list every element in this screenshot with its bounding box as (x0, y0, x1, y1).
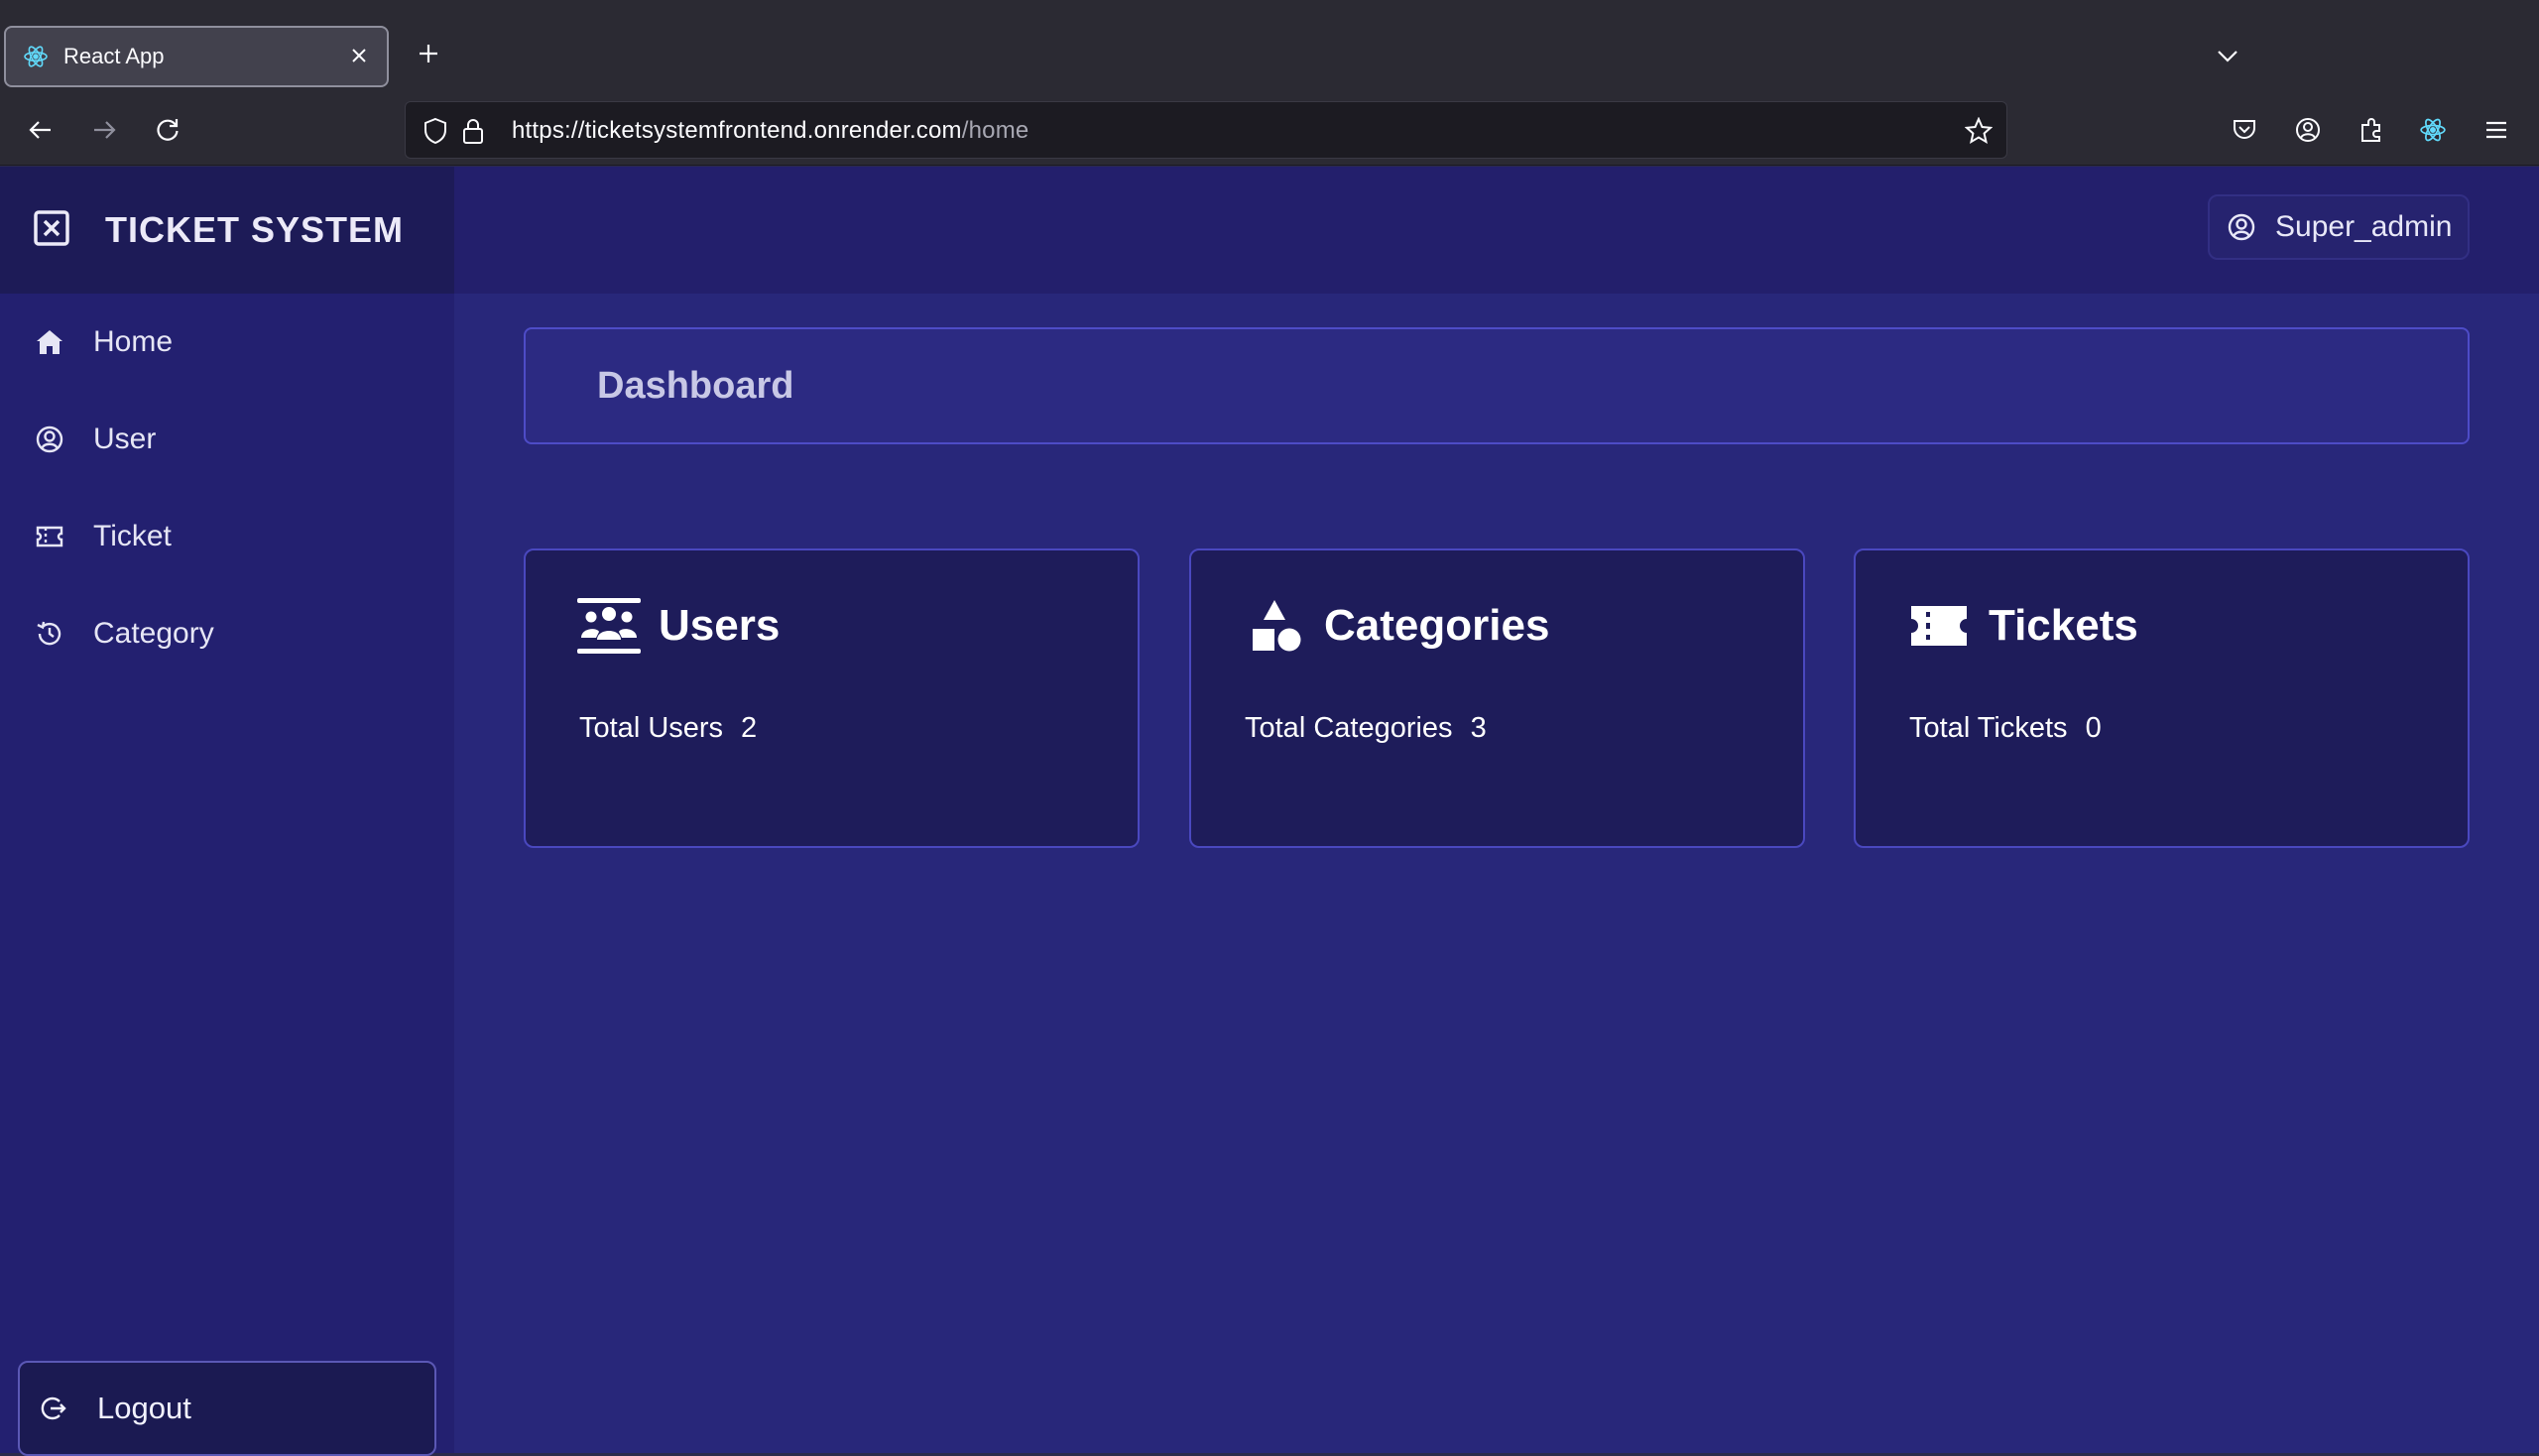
react-icon (22, 43, 50, 70)
stat-value: 3 (1470, 712, 1487, 744)
reload-icon[interactable] (149, 111, 186, 149)
stat-label: Total Tickets (1909, 712, 2068, 744)
pocket-icon[interactable] (2226, 111, 2263, 149)
users-group-icon (577, 598, 641, 654)
close-tab-icon[interactable] (349, 44, 369, 69)
card-header: Categories (1243, 598, 1549, 654)
logout-label: Logout (97, 1391, 191, 1425)
page-header: Dashboard (524, 327, 2470, 444)
sidebar-menu: Home User Ticket Category (0, 294, 454, 682)
card-header: Users (577, 598, 780, 654)
ticket-icon (1907, 598, 1971, 654)
lock-icon[interactable] (457, 115, 489, 147)
card-title: Tickets (1989, 601, 2138, 650)
browser-tab[interactable]: React App (4, 26, 389, 87)
page-title: Dashboard (597, 364, 794, 407)
sidebar-item-ticket[interactable]: Ticket (0, 488, 454, 585)
new-tab-button[interactable] (413, 38, 444, 69)
history-icon (34, 618, 65, 650)
users-card[interactable]: Users Total Users 2 (524, 548, 1140, 848)
stat-label: Total Users (579, 712, 724, 744)
brand: TICKET SYSTEM (0, 167, 454, 294)
card-title: Categories (1324, 601, 1550, 650)
shield-icon[interactable] (420, 115, 451, 147)
extensions-icon[interactable] (2353, 111, 2390, 149)
react-devtools-icon[interactable] (2414, 111, 2452, 149)
back-arrow-icon[interactable] (22, 111, 60, 149)
sidebar-item-label: Home (93, 325, 174, 358)
user-menu-button[interactable]: Super_admin (2208, 194, 2470, 260)
tickets-card[interactable]: Tickets Total Tickets 0 (1854, 548, 2470, 848)
card-header: Tickets (1907, 598, 2138, 654)
logout-button[interactable]: Logout (18, 1361, 436, 1456)
app-root: TICKET SYSTEM Home User Ticket Category … (0, 167, 2539, 1456)
brand-title: TICKET SYSTEM (105, 209, 405, 250)
chevron-down-icon[interactable] (2214, 42, 2241, 69)
address-bar[interactable]: https://ticketsystemfrontend.onrender.co… (405, 101, 2007, 159)
categories-card[interactable]: Categories Total Categories 3 (1189, 548, 1805, 848)
stat-value: 0 (2085, 712, 2102, 744)
close-box-icon[interactable] (32, 208, 71, 253)
home-icon (34, 326, 65, 358)
star-icon[interactable] (1963, 115, 1995, 147)
hamburger-menu-icon[interactable] (2478, 111, 2515, 149)
account-icon[interactable] (2289, 111, 2327, 149)
card-stat: Total Users 2 (579, 712, 757, 745)
ticket-icon (34, 521, 65, 552)
sidebar-item-user[interactable]: User (0, 391, 454, 488)
card-stat: Total Categories 3 (1245, 712, 1487, 745)
card-title: Users (659, 601, 781, 650)
card-stat: Total Tickets 0 (1909, 712, 2102, 745)
stat-value: 2 (741, 712, 758, 744)
browser-nav-bar: https://ticketsystemfrontend.onrender.co… (0, 94, 2539, 166)
browser-tab-bar: React App (0, 0, 2539, 94)
sidebar-item-label: User (93, 423, 157, 455)
sidebar-item-label: Category (93, 617, 214, 650)
stat-label: Total Categories (1245, 712, 1453, 744)
tab-title: React App (63, 44, 165, 68)
user-circle-icon (2226, 211, 2257, 243)
sidebar-item-home[interactable]: Home (0, 294, 454, 391)
logout-icon (36, 1392, 69, 1425)
sidebar-item-label: Ticket (93, 520, 172, 552)
forward-arrow-icon[interactable] (85, 111, 123, 149)
sidebar-item-category[interactable]: Category (0, 585, 454, 682)
username: Super_admin (2275, 210, 2453, 243)
sidebar: TICKET SYSTEM Home User Ticket Category … (0, 167, 454, 1456)
user-circle-icon (34, 424, 65, 455)
top-bar: Super_admin (454, 167, 2539, 294)
shapes-icon (1243, 598, 1306, 654)
url-text: https://ticketsystemfrontend.onrender.co… (512, 117, 1029, 144)
